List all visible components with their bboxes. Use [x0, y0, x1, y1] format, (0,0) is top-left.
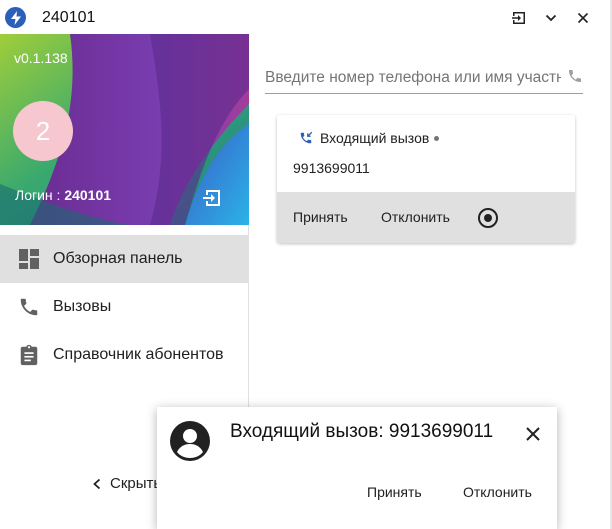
login-label: Логин : [15, 187, 65, 203]
decline-call-button[interactable]: Отклонить [381, 209, 450, 225]
sidebar-item-directory[interactable]: Справочник абонентов [0, 331, 248, 379]
avatar-letter: 2 [35, 115, 51, 146]
account-circle-icon [170, 421, 210, 461]
search-input[interactable] [265, 66, 561, 90]
close-window-button[interactable] [573, 8, 593, 28]
close-icon [577, 12, 589, 24]
sidebar-item-dashboard[interactable]: Обзорная панель [0, 235, 248, 283]
sidebar-item-calls[interactable]: Вызовы [0, 283, 248, 331]
chevron-down-icon [545, 14, 557, 22]
phone-icon [569, 70, 581, 82]
incoming-call-card: Входящий вызов 9913699011 Принять Отклон… [277, 115, 575, 243]
incoming-call-notification: Входящий вызов: 9913699011 Принять Откло… [157, 407, 557, 529]
chevron-left-icon [93, 478, 101, 489]
sidebar-nav: Обзорная панель Вызовы Справочник абонен… [0, 235, 248, 379]
minimize-button[interactable] [541, 8, 561, 28]
profile-banner: v0.1.138 2 Логин : 240101 [0, 34, 249, 225]
notification-decline-button[interactable]: Отклонить [463, 484, 532, 500]
phone-icon [17, 295, 41, 319]
title-bar: 240101 [0, 0, 610, 34]
window-title: 240101 [42, 9, 96, 26]
avatar[interactable]: 2 [13, 101, 73, 161]
caller-number: 9913699011 [293, 160, 370, 176]
dashboard-icon [17, 247, 41, 271]
notification-accept-button[interactable]: Принять [367, 484, 422, 500]
record-icon [478, 208, 498, 228]
close-icon [526, 427, 540, 441]
app-logo-icon [5, 7, 26, 28]
login-info: Логин : 240101 [15, 187, 111, 203]
login-value: 240101 [64, 187, 112, 203]
logout-button[interactable] [201, 186, 225, 210]
search-field[interactable] [265, 62, 583, 94]
collapse-label: Скрыть [110, 475, 162, 492]
app-version: v0.1.138 [14, 50, 68, 66]
call-status: Входящий вызов [299, 130, 440, 146]
accept-call-button[interactable]: Принять [293, 209, 348, 225]
logout-icon [203, 190, 220, 206]
notification-close-button[interactable] [524, 425, 542, 443]
sidebar-item-label: Обзорная панель [53, 250, 183, 267]
exit-icon [512, 12, 525, 24]
app-window: 240101 v0.1.138 2 Логин: 240101 Обзорна… [0, 0, 612, 529]
incoming-call-icon [300, 131, 313, 144]
call-actions: Принять Отклонить [277, 192, 575, 243]
logout-window-button[interactable] [509, 8, 529, 28]
sidebar-item-label: Вызовы [53, 298, 112, 315]
notification-title: Входящий вызов: 9913699011 [230, 421, 494, 442]
call-status-label: Входящий вызов [320, 130, 430, 146]
status-dot [434, 135, 440, 141]
sidebar-item-label: Справочник абонентов [53, 346, 224, 363]
collapse-sidebar-button[interactable]: Скрыть [92, 475, 161, 492]
clipboard-icon [17, 343, 41, 367]
record-button[interactable] [477, 207, 499, 229]
